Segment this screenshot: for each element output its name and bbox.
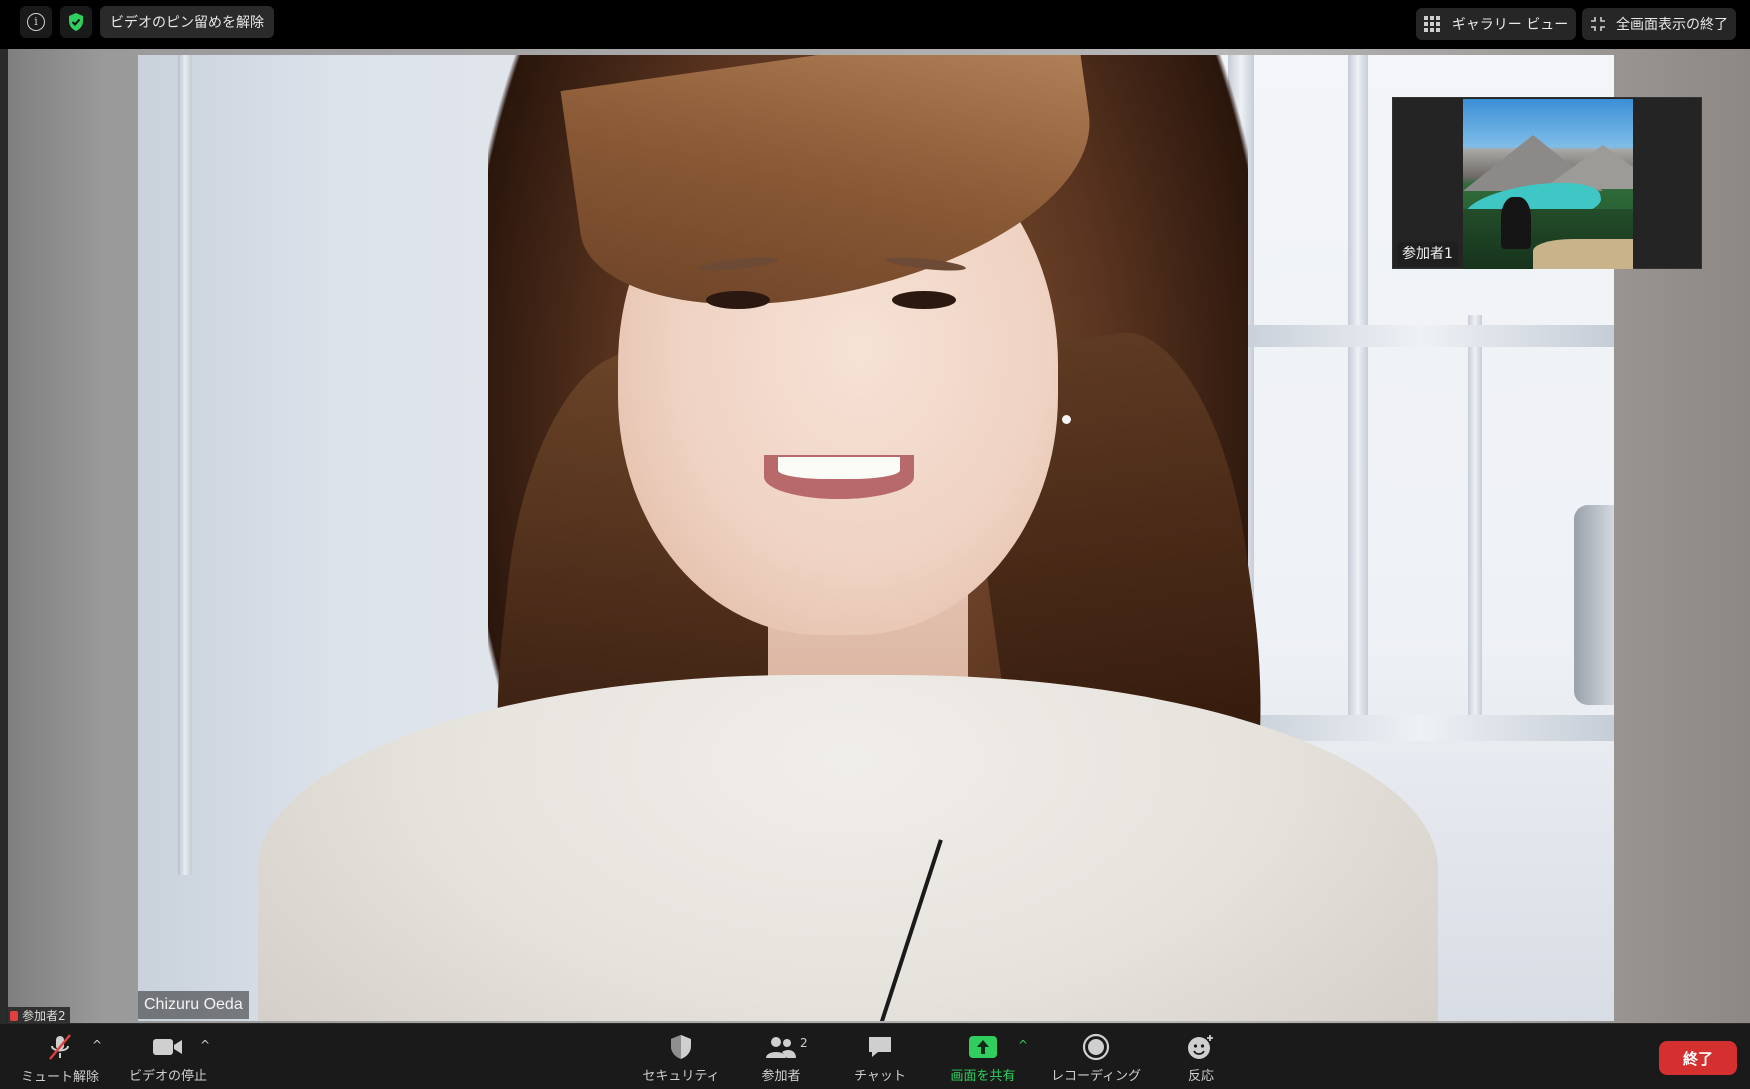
self-view-name: 参加者2 — [22, 1009, 66, 1023]
thumbnail-person — [1501, 197, 1531, 249]
share-screen-icon — [969, 1035, 997, 1058]
end-meeting-button[interactable]: 終了 — [1659, 1041, 1737, 1075]
reactions-label: 反応 — [1187, 1069, 1214, 1084]
audio-options-chevron-icon[interactable]: ^ — [92, 1038, 102, 1052]
share-screen-label: 画面を共有 — [950, 1069, 1016, 1084]
meeting-toolbar: ミュート解除 ^ ビデオの停止 ^ セキュリティ 参加者 2 チャット 画面を共… — [0, 1023, 1750, 1089]
shield-check-icon — [69, 13, 83, 31]
security-label: セキュリティ — [642, 1069, 720, 1084]
share-options-chevron-icon[interactable]: ^ — [1018, 1038, 1028, 1052]
security-button[interactable]: セキュリティ — [638, 1032, 724, 1084]
stop-video-button[interactable]: ビデオの停止 — [124, 1032, 212, 1084]
active-speaker-name: Chizuru Oeda — [138, 991, 249, 1019]
exit-fullscreen-icon — [1591, 17, 1605, 31]
participants-icon — [766, 1036, 796, 1058]
video-window-bar — [1228, 325, 1614, 347]
video-door-frame — [178, 55, 192, 875]
unpin-video-button[interactable]: ビデオのピン留めを解除 — [100, 6, 274, 38]
participants-count-badge: 2 — [800, 1036, 808, 1050]
video-options-chevron-icon[interactable]: ^ — [200, 1038, 210, 1052]
speaker-sweater — [258, 675, 1438, 1021]
chat-label: チャット — [854, 1069, 906, 1084]
reaction-smiley-icon — [1188, 1034, 1213, 1059]
chat-button[interactable]: チャット — [844, 1032, 916, 1084]
participant-thumbnail-video — [1463, 99, 1633, 269]
stop-video-label: ビデオの停止 — [128, 1069, 207, 1084]
record-button[interactable]: レコーディング — [1044, 1032, 1148, 1084]
video-window-bar — [1348, 55, 1368, 735]
reactions-button[interactable]: 反応 — [1176, 1032, 1226, 1084]
end-meeting-label: 終了 — [1682, 1049, 1713, 1068]
shield-icon — [671, 1034, 691, 1059]
share-screen-button[interactable]: 画面を共有 — [944, 1032, 1022, 1084]
unmute-label: ミュート解除 — [20, 1070, 99, 1085]
participants-button[interactable]: 参加者 — [756, 1032, 806, 1084]
video-window-bar — [1468, 315, 1482, 735]
record-icon — [1082, 1033, 1110, 1060]
exit-fullscreen-button[interactable]: 全画面表示の終了 — [1582, 8, 1736, 40]
meeting-info-button[interactable]: i — [20, 6, 52, 38]
grid-icon — [1423, 16, 1440, 32]
gallery-view-label: ギャラリー ビュー — [1451, 17, 1569, 33]
gallery-view-button[interactable]: ギャラリー ビュー — [1416, 8, 1576, 40]
participant-thumbnail[interactable]: 参加者1 — [1392, 97, 1702, 269]
info-icon: i — [27, 13, 45, 31]
participant-thumbnail-name: 参加者1 — [1397, 242, 1458, 266]
speaker-eye — [706, 291, 770, 309]
exit-fullscreen-label: 全画面表示の終了 — [1616, 17, 1728, 33]
unpin-video-label: ビデオのピン留めを解除 — [110, 15, 264, 31]
meeting-stage: Chizuru Oeda 参加者1 参加者2 — [0, 49, 1750, 1023]
encryption-status-button[interactable] — [60, 6, 92, 38]
speaker-earring — [1062, 415, 1071, 424]
record-label: レコーディング — [1050, 1069, 1142, 1084]
self-view-name-tag[interactable]: 参加者2 — [6, 1007, 70, 1023]
microphone-muted-icon — [49, 1034, 71, 1060]
video-door-handle — [1574, 505, 1614, 705]
chat-bubble-icon — [869, 1036, 891, 1057]
mic-muted-icon — [10, 1011, 18, 1021]
stage-left-edge — [0, 49, 8, 1023]
speaker-teeth — [778, 457, 900, 479]
thumbnail-rock — [1533, 239, 1633, 269]
speaker-eye — [892, 291, 956, 309]
video-camera-icon — [153, 1038, 182, 1055]
top-bar: i ビデオのピン留めを解除 ギャラリー ビュー 全画面表示の終了 — [0, 0, 1750, 49]
participants-label: 参加者 — [761, 1069, 801, 1084]
unmute-button[interactable]: ミュート解除 — [18, 1032, 102, 1085]
